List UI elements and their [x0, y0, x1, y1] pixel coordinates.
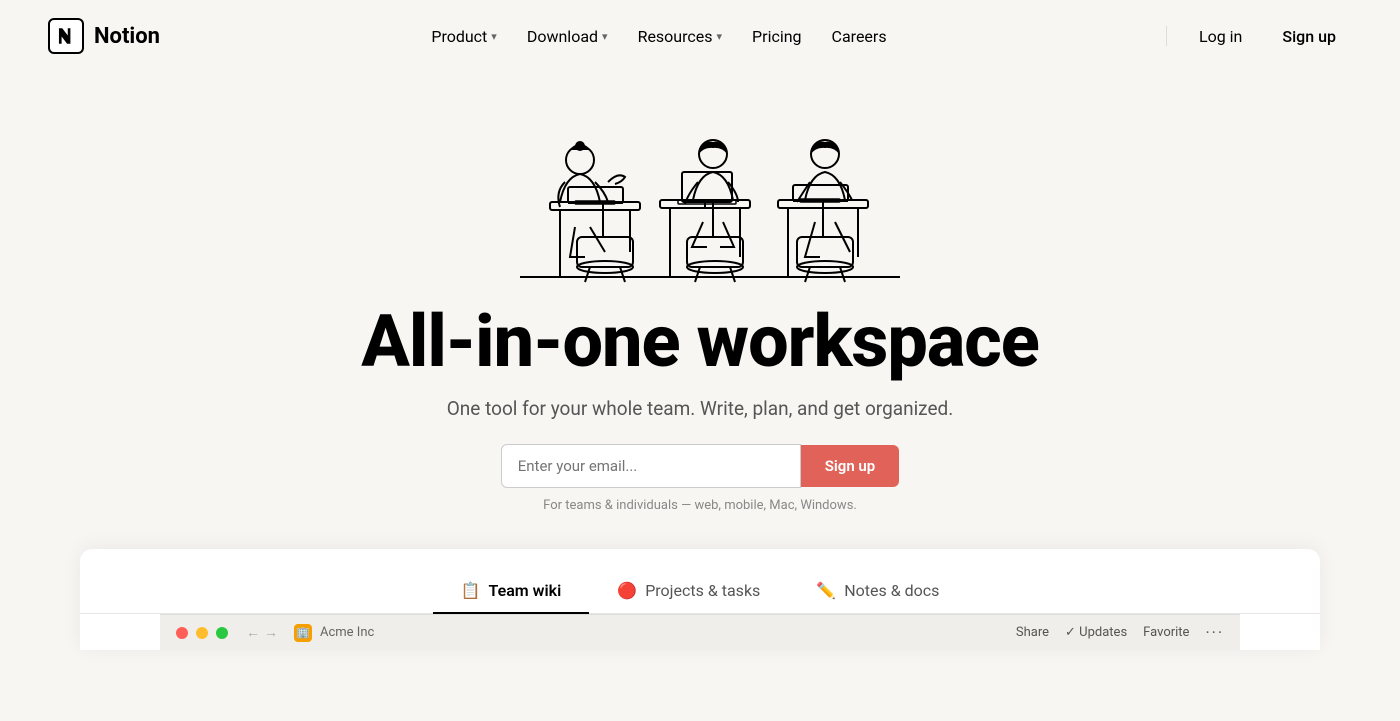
- more-options-icon[interactable]: ···: [1205, 623, 1224, 642]
- browser-page-title: Acme Inc: [320, 625, 374, 640]
- tabs-bar: 📋 Team wiki 🔴 Projects & tasks ✏️ Notes …: [80, 549, 1320, 614]
- tabs-section: 📋 Team wiki 🔴 Projects & tasks ✏️ Notes …: [80, 549, 1320, 650]
- chevron-down-icon: ▾: [602, 30, 608, 43]
- chevron-down-icon: ▾: [491, 30, 497, 43]
- forward-icon[interactable]: →: [264, 624, 278, 641]
- share-button[interactable]: Share: [1016, 625, 1049, 640]
- navbar: Notion Product ▾ Download ▾ Resources ▾ …: [0, 0, 1400, 72]
- hero-disclaimer: For teams & individuals — web, mobile, M…: [543, 498, 857, 513]
- browser-dot-red[interactable]: [176, 627, 188, 639]
- tab-team-wiki[interactable]: 📋 Team wiki: [433, 569, 590, 614]
- hero-form: Sign up: [501, 444, 900, 488]
- browser-url-area: 🏢 Acme Inc: [294, 624, 1008, 642]
- back-icon[interactable]: ←: [246, 624, 260, 641]
- nav-download[interactable]: Download ▾: [515, 19, 620, 54]
- nav-careers[interactable]: Careers: [820, 19, 899, 54]
- hero-illustration: [460, 82, 940, 282]
- hero-title: All-in-one workspace: [361, 302, 1039, 381]
- nav-pricing[interactable]: Pricing: [740, 19, 814, 54]
- browser-bar: ← → 🏢 Acme Inc Share ✓ Updates Favorite …: [160, 614, 1240, 650]
- chevron-down-icon: ▾: [717, 30, 723, 43]
- browser-dot-green[interactable]: [216, 627, 228, 639]
- hero-section: All-in-one workspace One tool for your w…: [0, 72, 1400, 513]
- email-input[interactable]: [501, 444, 801, 488]
- tab-notes-docs[interactable]: ✏️ Notes & docs: [788, 569, 967, 614]
- browser-dot-yellow[interactable]: [196, 627, 208, 639]
- nav-product[interactable]: Product ▾: [419, 19, 508, 54]
- logo-text: Notion: [94, 24, 160, 49]
- browser-nav-buttons: ← →: [246, 624, 278, 641]
- signup-nav-button[interactable]: Sign up: [1266, 19, 1352, 54]
- signup-hero-button[interactable]: Sign up: [801, 445, 900, 487]
- logo-link[interactable]: Notion: [48, 18, 160, 54]
- tab-projects-tasks[interactable]: 🔴 Projects & tasks: [589, 569, 788, 614]
- checkmark-icon: ✓: [1065, 625, 1076, 640]
- nav-right: Log in Sign up: [1158, 19, 1352, 54]
- nav-center: Product ▾ Download ▾ Resources ▾ Pricing…: [419, 19, 898, 54]
- tab-team-wiki-icon: 📋: [461, 581, 481, 600]
- browser-favicon: 🏢: [294, 624, 312, 642]
- login-button[interactable]: Log in: [1183, 19, 1258, 54]
- browser-actions: Share ✓ Updates Favorite ···: [1016, 623, 1224, 642]
- tab-projects-icon: 🔴: [617, 581, 637, 600]
- logo-icon: [48, 18, 84, 54]
- updates-button[interactable]: ✓ Updates: [1065, 625, 1127, 640]
- favorite-button[interactable]: Favorite: [1143, 625, 1189, 640]
- nav-divider: [1166, 26, 1167, 46]
- tab-notes-icon: ✏️: [816, 581, 836, 600]
- hero-subtitle: One tool for your whole team. Write, pla…: [447, 397, 954, 420]
- nav-resources[interactable]: Resources ▾: [626, 19, 734, 54]
